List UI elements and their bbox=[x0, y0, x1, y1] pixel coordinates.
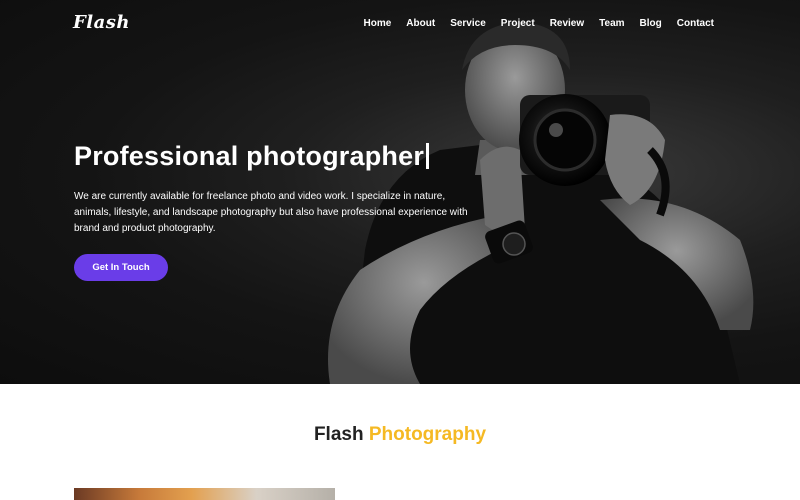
main-nav: Home About Service Project Review Team B… bbox=[349, 18, 715, 29]
gallery-thumbnail[interactable] bbox=[74, 488, 335, 500]
nav-item-team[interactable]: Team bbox=[599, 18, 624, 29]
brand-logo[interactable]: Flash bbox=[73, 12, 130, 33]
nav-item-blog[interactable]: Blog bbox=[640, 18, 662, 29]
get-in-touch-button[interactable]: Get In Touch bbox=[74, 254, 168, 281]
hero-title-text: Professional photographer bbox=[74, 141, 425, 171]
section-title: Flash Photography bbox=[0, 424, 800, 446]
nav-item-service[interactable]: Service bbox=[450, 18, 486, 29]
nav-item-contact[interactable]: Contact bbox=[677, 18, 714, 29]
nav-item-home[interactable]: Home bbox=[364, 18, 392, 29]
section-title-part1: Flash bbox=[313, 424, 364, 445]
nav-item-review[interactable]: Review bbox=[550, 18, 584, 29]
hero-title: Professional photographer bbox=[74, 141, 430, 172]
hero-section: Flash Home About Service Project Review … bbox=[0, 0, 800, 384]
typing-cursor bbox=[426, 143, 430, 169]
hero-description: We are currently available for freelance… bbox=[74, 191, 468, 234]
section-title-part2: Photography bbox=[368, 424, 487, 445]
nav-item-about[interactable]: About bbox=[406, 18, 435, 29]
nav-item-project[interactable]: Project bbox=[501, 18, 535, 29]
